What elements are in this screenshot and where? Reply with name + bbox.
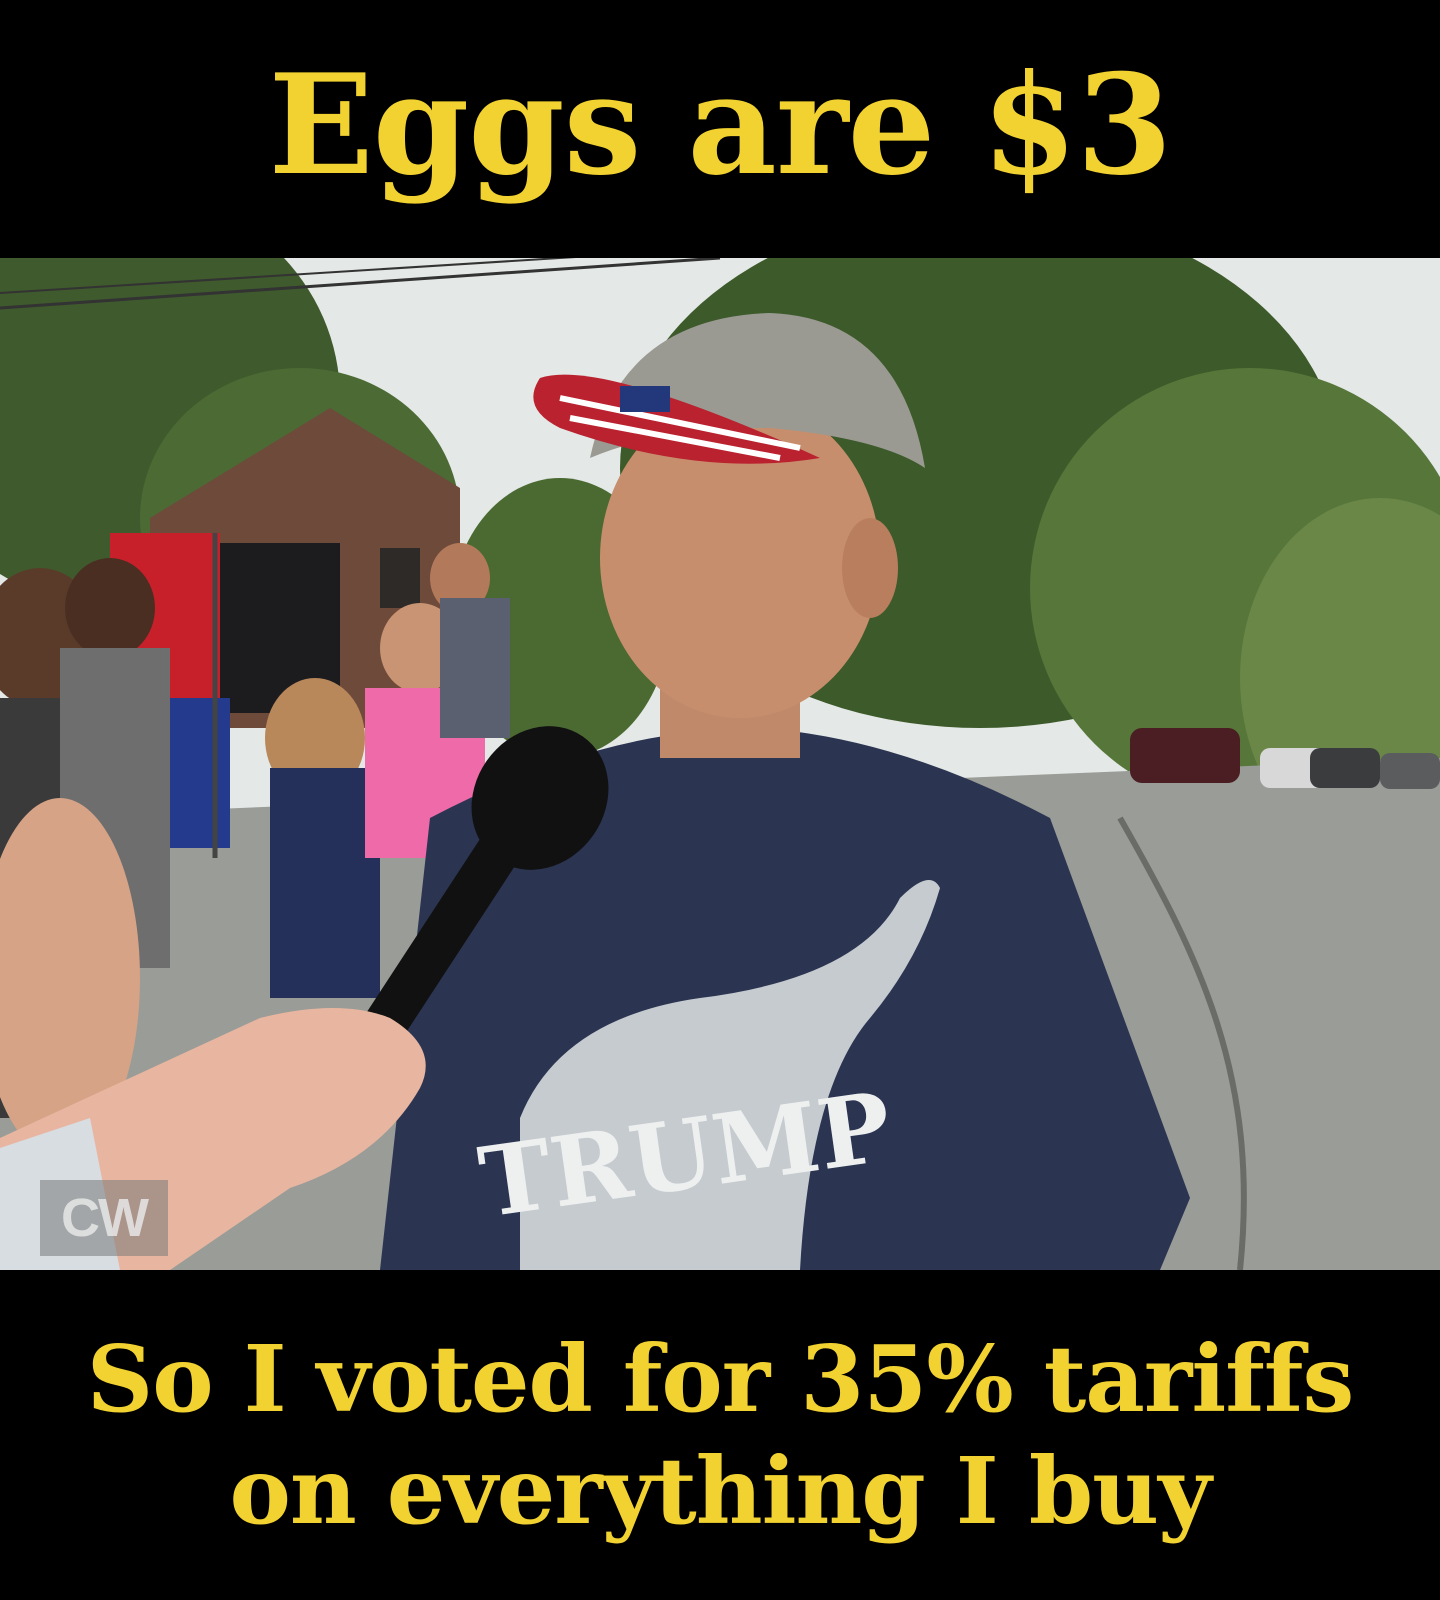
bottom-caption-band: So I voted for 35% tariffs on everything… xyxy=(0,1270,1440,1600)
bottom-caption-line-2: on everything I buy xyxy=(229,1437,1211,1545)
bottom-caption-line-1: So I voted for 35% tariffs xyxy=(86,1324,1354,1433)
channel-watermark: CW xyxy=(40,1180,168,1256)
photo-illustration: TRUMP xyxy=(0,258,1440,1270)
top-caption: Eggs are $3 xyxy=(268,43,1173,206)
top-caption-band: Eggs are $3 xyxy=(0,0,1440,258)
interview-photo: TRUMP xyxy=(0,258,1440,1270)
